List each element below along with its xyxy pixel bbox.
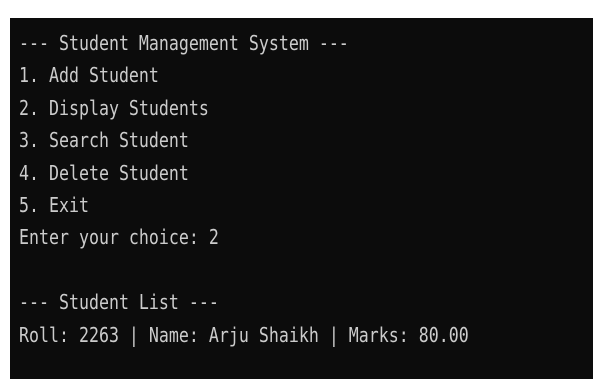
student-record-line: Roll: 2263 | Name: Arju Shaikh | Marks: … xyxy=(19,322,469,347)
menu-header-line: --- Student Management System --- xyxy=(19,31,349,55)
console-output: --- Student Management System --- 1. Add… xyxy=(19,27,561,351)
student-list-header-line: --- Student List --- xyxy=(19,290,219,315)
menu-option-display-students: 2. Display Students xyxy=(19,95,209,120)
choice-prompt-line: Enter your choice: 2 xyxy=(19,225,219,250)
menu-option-add-student: 1. Add Student xyxy=(19,63,159,88)
terminal-window[interactable]: --- Student Management System --- 1. Add… xyxy=(10,18,593,379)
menu-option-exit: 5. Exit xyxy=(19,192,89,217)
menu-option-delete-student: 4. Delete Student xyxy=(19,160,189,185)
menu-option-search-student: 3. Search Student xyxy=(19,128,189,153)
